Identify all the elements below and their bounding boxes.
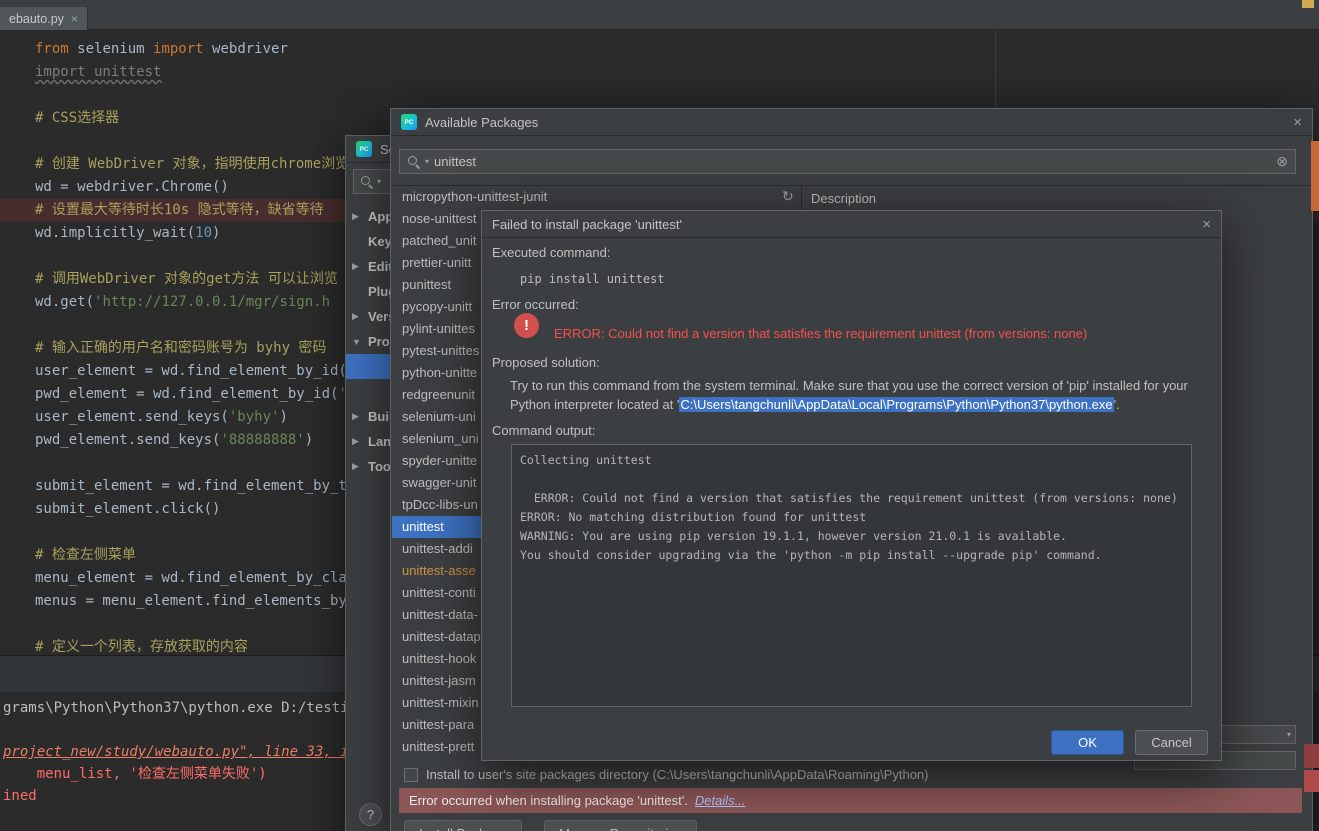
chevron-collapsed-icon[interactable]: ▶ (352, 311, 363, 322)
editor-tab-bar: ebauto.py × (0, 0, 1319, 30)
output-line: You should consider upgrading via the 'p… (520, 548, 1102, 562)
interpreter-path: C:\Users\tangchunli\AppData\Local\Progra… (679, 396, 1114, 412)
manage-repositories-button[interactable]: Manage Repositories (544, 820, 698, 831)
code-line: from selenium import webdriver (35, 41, 288, 57)
checkbox-label: Install to user's site packages director… (426, 767, 929, 782)
install-package-button[interactable]: Install Package (404, 820, 523, 831)
right-margin-guide (995, 30, 996, 108)
console-line: grams\Python\Python37\python.exe D:/test… (3, 700, 366, 716)
package-item[interactable]: micropython-unittest-junit (392, 186, 801, 208)
pycharm-icon: PC (356, 141, 372, 157)
chevron-down-icon: ▾ (425, 157, 430, 166)
output-line: ERROR: No matching distribution found fo… (520, 510, 867, 524)
console-line: ined (3, 788, 37, 804)
error-stripe-mark (1311, 141, 1319, 211)
packages-dialog-buttons: Install Package Manage Repositories (404, 820, 698, 831)
chevron-collapsed-icon[interactable]: ▶ (352, 261, 363, 272)
proposed-solution-text: Try to run this command from the system … (510, 378, 1188, 412)
close-icon[interactable]: × (1293, 114, 1302, 131)
editor-tab-webauto[interactable]: ebauto.py × (0, 7, 88, 30)
chevron-down-icon: ▾ (1286, 730, 1291, 739)
description-label: Description (811, 191, 877, 206)
tab-label: ebauto.py (9, 11, 64, 26)
chevron-down-icon: ▾ (377, 177, 382, 186)
run-console[interactable]: grams\Python\Python37\python.exe D:/test… (3, 697, 393, 807)
chevron-collapsed-icon[interactable]: ▶ (352, 411, 363, 422)
install-error-text: Error occurred when installing package '… (409, 793, 688, 808)
tab-close-icon[interactable]: × (71, 12, 78, 26)
executed-command-value: pip install unittest (520, 272, 665, 286)
error-dialog-title-bar: Failed to install package 'unittest' × (482, 211, 1221, 238)
code-line: import unittest (35, 64, 162, 80)
error-occurred-label: Error occurred: (492, 297, 579, 312)
command-output-label: Command output: (492, 423, 596, 438)
cancel-button[interactable]: Cancel (1135, 730, 1208, 755)
failed-install-dialog: Failed to install package 'unittest' × E… (481, 210, 1222, 761)
search-icon (360, 175, 373, 188)
packages-title: Available Packages (425, 114, 539, 130)
close-icon[interactable]: × (1202, 216, 1211, 233)
output-line: Collecting unittest (520, 453, 652, 467)
chevron-collapsed-icon[interactable]: ▶ (352, 436, 363, 447)
site-packages-checkbox-row[interactable]: Install to user's site packages director… (404, 767, 929, 782)
pycharm-icon: PC (401, 114, 417, 130)
help-button[interactable]: ? (359, 803, 382, 826)
clear-search-icon[interactable]: ⊗ (1276, 153, 1288, 170)
packages-title-bar: PC Available Packages × (391, 109, 1312, 136)
output-line: WARNING: You are using pip version 19.1.… (520, 529, 1067, 543)
details-link[interactable]: Details... (695, 793, 746, 808)
command-output-box[interactable]: Collecting unittest ERROR: Could not fin… (511, 444, 1192, 707)
proposed-solution-label: Proposed solution: (492, 355, 600, 370)
install-error-banner: Error occurred when installing package '… (399, 788, 1302, 813)
chevron-collapsed-icon[interactable]: ▶ (352, 461, 363, 472)
error-message: ERROR: Could not find a version that sat… (554, 326, 1088, 341)
chevron-collapsed-icon[interactable]: ▶ (352, 211, 363, 222)
search-icon (407, 155, 420, 168)
ok-button[interactable]: OK (1051, 730, 1124, 755)
checkbox[interactable] (404, 767, 418, 782)
search-value: unittest (434, 154, 476, 169)
error-icon: ! (514, 313, 539, 338)
error-stripe-mark (1304, 744, 1319, 768)
reload-packages-icon[interactable]: ↻ (782, 189, 794, 203)
package-search-input[interactable]: ▾ unittest ⊗ (399, 149, 1296, 174)
pycharm-window: ebauto.py × from selenium import webdriv… (0, 0, 1319, 831)
chevron-expanded-icon[interactable]: ▼ (352, 337, 363, 347)
console-line[interactable]: project_new/study/webauto.py", line 33, … (3, 741, 393, 763)
executed-command-label: Executed command: (492, 245, 611, 260)
error-dialog-title: Failed to install package 'unittest' (492, 216, 682, 232)
error-stripe-mark (1304, 770, 1319, 792)
output-line: ERROR: Could not find a version that sat… (520, 491, 1178, 505)
window-control-icon[interactable] (1302, 0, 1314, 8)
console-line: menu_list, '检查左侧菜单失败') (3, 766, 267, 782)
